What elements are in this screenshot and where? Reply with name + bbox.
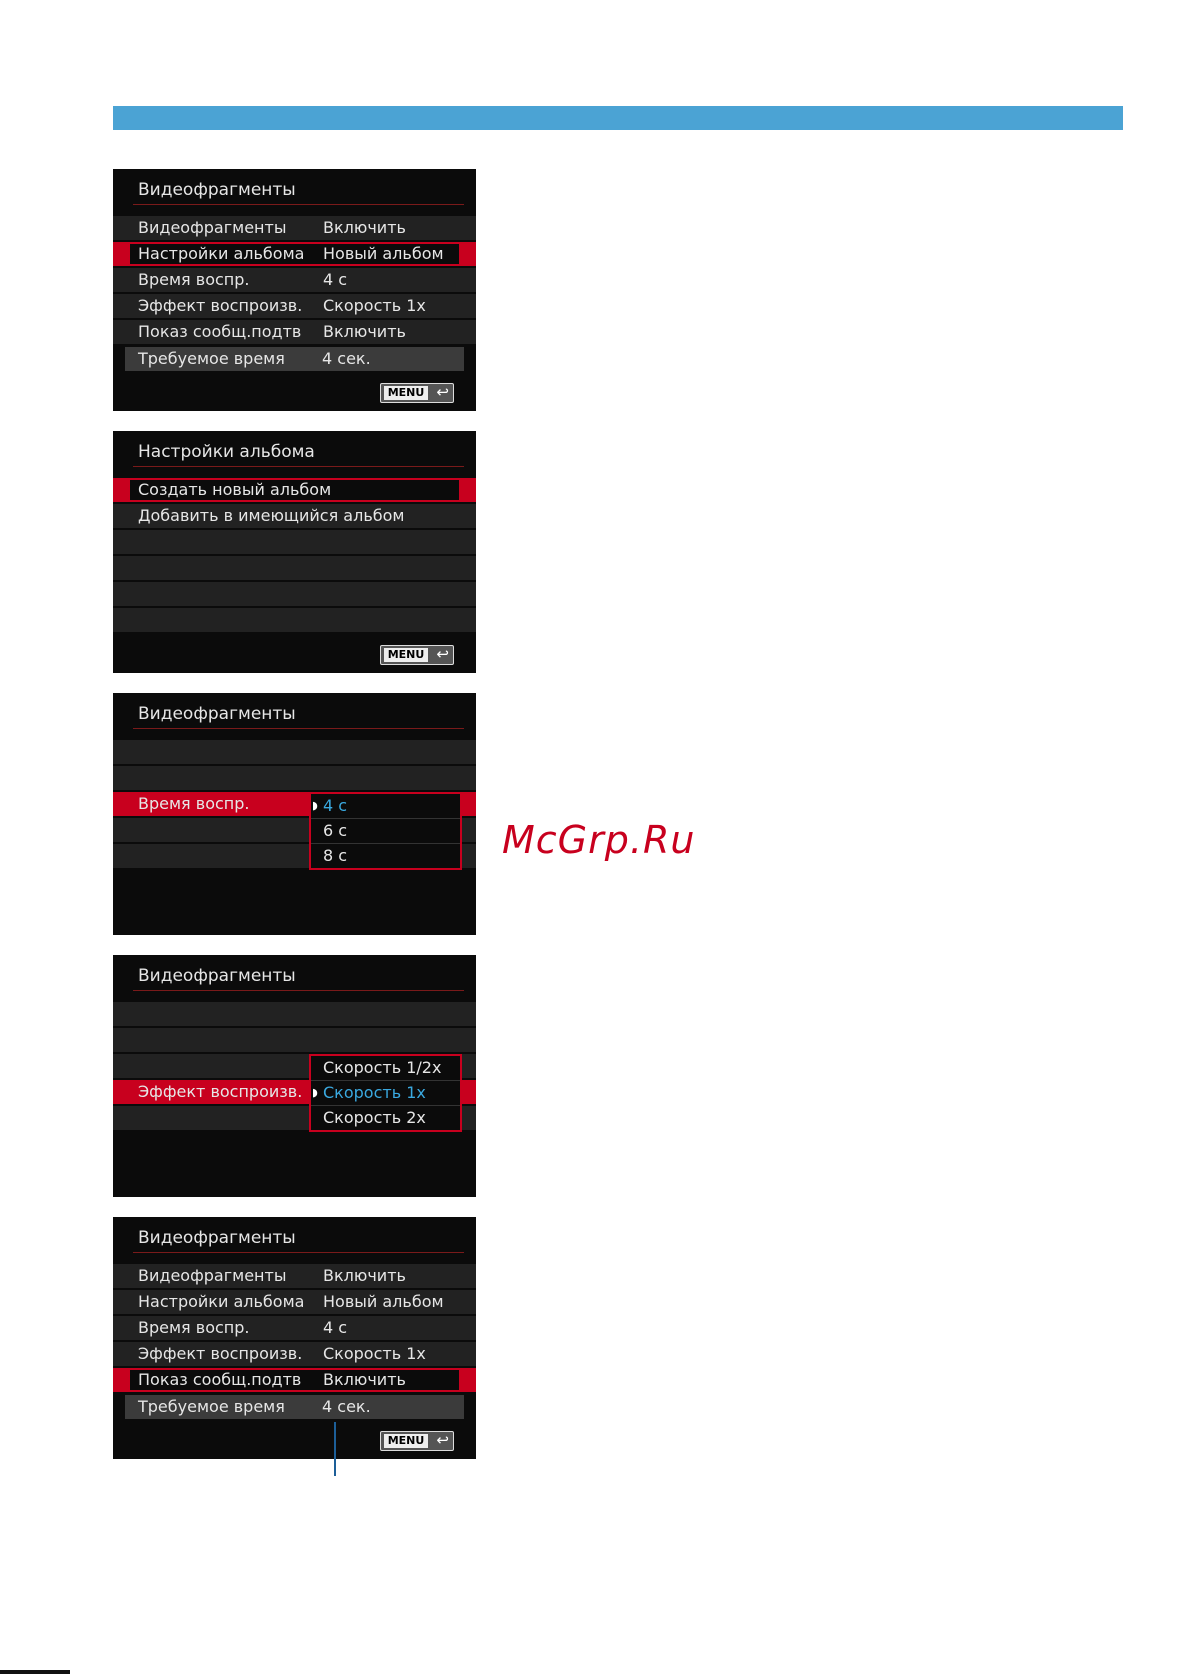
- menu-row-confirm-message[interactable]: Показ сообщ.подтв Включить: [113, 320, 476, 344]
- option-label: Скорость 2x: [323, 1108, 426, 1127]
- menu-row-add-to-existing-album[interactable]: Добавить в имеющийся альбом: [113, 504, 476, 528]
- row-value: Включить: [323, 322, 406, 341]
- row-label: Создать новый альбом: [138, 480, 332, 499]
- selected-marker-icon: ◗: [312, 799, 318, 812]
- dropdown-option-4s[interactable]: ◗ 4 с: [311, 794, 460, 819]
- return-arrow-icon: ↩: [436, 383, 449, 401]
- row-value: Новый альбом: [323, 1292, 444, 1311]
- row-label: Показ сообщ.подтв: [138, 322, 302, 341]
- menu-label: MENU: [384, 386, 428, 400]
- menu-back-button[interactable]: MENU ↩: [380, 645, 454, 665]
- title-divider: [133, 466, 464, 467]
- menu-row-empty: [113, 582, 476, 606]
- menu-row-confirm-message[interactable]: Показ сообщ.подтв Включить: [113, 1368, 476, 1392]
- menu-row-empty: [113, 1028, 476, 1052]
- screen-title: Видеофрагменты: [138, 966, 296, 986]
- row-label: Время воспр.: [138, 1318, 250, 1337]
- dropdown-option-8s[interactable]: 8 с: [311, 844, 460, 868]
- menu-row-video-snapshots[interactable]: Видеофрагменты Включить: [113, 216, 476, 240]
- playback-effect-dropdown: Скорость 1/2x ◗ Скорость 1x Скорость 2x: [309, 1054, 462, 1132]
- menu-back-button[interactable]: MENU ↩: [380, 1431, 454, 1451]
- section-header-bar: [113, 106, 1123, 130]
- row-value: Скорость 1x: [323, 1344, 426, 1363]
- screen-title: Видеофрагменты: [138, 180, 296, 200]
- menu-row-video-snapshots[interactable]: Видеофрагменты Включить: [113, 1264, 476, 1288]
- row-label: Показ сообщ.подтв: [138, 1370, 302, 1389]
- row-value: Включить: [323, 1370, 406, 1389]
- dropdown-option-speed-1x[interactable]: ◗ Скорость 1x: [311, 1081, 460, 1106]
- menu-row-album-settings[interactable]: Настройки альбома Новый альбом: [113, 242, 476, 266]
- dropdown-option-speed-half[interactable]: Скорость 1/2x: [311, 1056, 460, 1081]
- menu-row-playback-effect[interactable]: Эффект воспроизв. Скорость 1x: [113, 294, 476, 318]
- playback-time-dropdown: ◗ 4 с 6 с 8 с: [309, 792, 462, 870]
- screen-album-settings: Настройки альбома Создать новый альбом Д…: [113, 431, 476, 673]
- title-divider: [133, 204, 464, 205]
- menu-row-empty: [113, 740, 476, 764]
- row-value: 4 с: [323, 270, 348, 289]
- row-value: 4 с: [323, 1318, 348, 1337]
- menu-row-playback-effect[interactable]: Эффект воспроизв. Скорость 1x: [113, 1342, 476, 1366]
- option-label: 4 с: [323, 796, 348, 815]
- title-divider: [133, 1252, 464, 1253]
- menu-label: MENU: [384, 648, 428, 662]
- menu-row-playback-time[interactable]: Время воспр. 4 с: [113, 1316, 476, 1340]
- title-divider: [133, 728, 464, 729]
- screen-playback-time: Видеофрагменты Время воспр. ◗ 4 с 6 с 8 …: [113, 693, 476, 935]
- watermark-text: McGrp.Ru: [502, 818, 696, 862]
- screen-title: Видеофрагменты: [138, 704, 296, 724]
- option-label: Скорость 1/2x: [323, 1058, 442, 1077]
- row-label: Эффект воспроизв.: [138, 1082, 303, 1101]
- dropdown-option-speed-2x[interactable]: Скорость 2x: [311, 1106, 460, 1130]
- row-value: 4 сек.: [322, 349, 371, 368]
- option-label: 6 с: [323, 821, 348, 840]
- screen-video-snapshot-settings: Видеофрагменты Видеофрагменты Включить Н…: [113, 169, 476, 411]
- menu-row-empty: [113, 608, 476, 632]
- row-label: Требуемое время: [138, 349, 285, 368]
- option-label: 8 с: [323, 846, 348, 865]
- menu-row-empty: [113, 1002, 476, 1026]
- required-time-row: Требуемое время 4 сек.: [125, 1395, 464, 1419]
- screen-title: Видеофрагменты: [138, 1228, 296, 1248]
- menu-label: MENU: [384, 1434, 428, 1448]
- screen-title: Настройки альбома: [138, 442, 315, 462]
- screen-video-snapshot-settings-confirm: Видеофрагменты Видеофрагменты Включить Н…: [113, 1217, 476, 1459]
- row-label: Видеофрагменты: [138, 218, 287, 237]
- callout-line: [334, 1422, 336, 1476]
- menu-row-create-new-album[interactable]: Создать новый альбом: [113, 478, 476, 502]
- row-value: Скорость 1x: [323, 296, 426, 315]
- title-divider: [133, 990, 464, 991]
- required-time-row: Требуемое время 4 сек.: [125, 347, 464, 371]
- menu-back-button[interactable]: MENU ↩: [380, 383, 454, 403]
- menu-row-playback-time[interactable]: Время воспр. 4 с: [113, 268, 476, 292]
- row-value: Новый альбом: [323, 244, 444, 263]
- menu-row-empty: [113, 556, 476, 580]
- option-label: Скорость 1x: [323, 1083, 426, 1102]
- return-arrow-icon: ↩: [436, 1431, 449, 1449]
- row-label: Настройки альбома: [138, 244, 305, 263]
- row-label: Добавить в имеющийся альбом: [138, 506, 405, 525]
- menu-row-album-settings[interactable]: Настройки альбома Новый альбом: [113, 1290, 476, 1314]
- row-label: Эффект воспроизв.: [138, 296, 303, 315]
- row-value: Включить: [323, 1266, 406, 1285]
- row-label: Требуемое время: [138, 1397, 285, 1416]
- row-label: Настройки альбома: [138, 1292, 305, 1311]
- row-label: Эффект воспроизв.: [138, 1344, 303, 1363]
- selected-marker-icon: ◗: [312, 1086, 318, 1099]
- row-label: Видеофрагменты: [138, 1266, 287, 1285]
- row-value: Включить: [323, 218, 406, 237]
- page-footer-mark: [0, 1670, 70, 1674]
- row-value: 4 сек.: [322, 1397, 371, 1416]
- row-label: Время воспр.: [138, 794, 250, 813]
- menu-row-empty: [113, 530, 476, 554]
- menu-row-empty: [113, 766, 476, 790]
- screen-playback-effect: Видеофрагменты Эффект воспроизв. Скорост…: [113, 955, 476, 1197]
- return-arrow-icon: ↩: [436, 645, 449, 663]
- dropdown-option-6s[interactable]: 6 с: [311, 819, 460, 844]
- row-label: Время воспр.: [138, 270, 250, 289]
